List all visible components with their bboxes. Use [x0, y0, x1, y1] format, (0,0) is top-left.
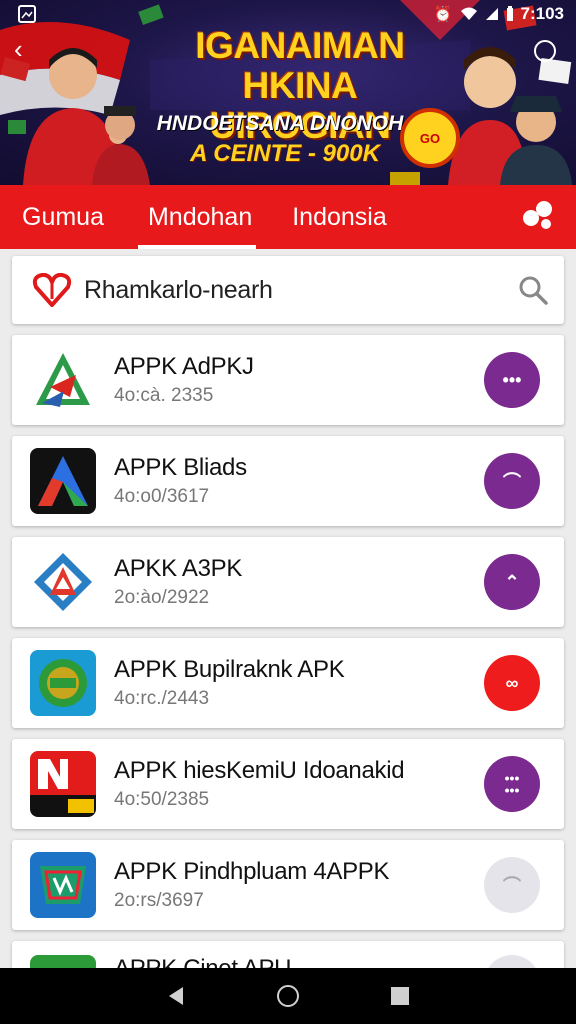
alarm-icon: ⏰ [433, 6, 453, 23]
link-icon: ∞ [505, 672, 519, 693]
back-chevron-icon[interactable]: ‹ [14, 34, 23, 65]
promo-banner[interactable]: ⏰ 7:103 ‹ IGANAIMAN HKINA UIROGIAN HNDOE… [0, 0, 576, 185]
user-icon: ⌒ [503, 876, 521, 896]
app-meta: 4o:50/2385 [114, 789, 210, 810]
share-icon[interactable] [522, 200, 554, 230]
app-icon [30, 751, 96, 817]
status-bar: ⏰ 7:103 [0, 0, 576, 28]
user-action-button[interactable]: ⌒ [484, 857, 540, 913]
list-item[interactable]: APPK Bliads 4o:o0/3617 ⌒ [12, 436, 564, 526]
app-name: APPK Bupilraknk APK [114, 656, 345, 683]
signal-icon [485, 8, 498, 20]
banner-promo: A CEINTE - 900K [190, 140, 380, 167]
person-illustration [500, 96, 572, 185]
more-options-button[interactable]: ••• [484, 352, 540, 408]
app-icon [30, 448, 96, 514]
main-content: Rhamkarlo-nearh APPK AdPKJ 4o:cà. 2335 •… [12, 256, 564, 1011]
search-input[interactable]: Rhamkarlo-nearh [84, 276, 518, 305]
user-icon: ⌒ [503, 472, 521, 492]
recents-icon[interactable] [389, 985, 411, 1007]
tab-mndohan[interactable]: Mndohan [137, 185, 257, 249]
tab-bar: Gumua Mndohan Indonsia [0, 185, 576, 249]
app-icon [30, 650, 96, 716]
home-icon[interactable] [276, 984, 300, 1008]
app-icon [30, 852, 96, 918]
user-action-button[interactable]: ⌒ [484, 453, 540, 509]
list-item[interactable]: APKK A3PK 2o:ào/2922 ⌃ [12, 537, 564, 627]
banner-emblem: GO [400, 108, 460, 168]
system-nav-bar [0, 968, 576, 1024]
home-circle-icon[interactable] [534, 40, 556, 62]
list-item[interactable]: APPK Pindhpluam 4APPK 2o:rs/3697 ⌒ [12, 840, 564, 930]
back-triangle-icon[interactable] [165, 985, 187, 1007]
gallery-icon [18, 5, 36, 23]
list-item[interactable]: APPK hiesKemiU Idoanakid 4o:50/2385 ••• •… [12, 739, 564, 829]
user-icon: ⌃ [504, 571, 520, 592]
tab-indonsia[interactable]: Indonsia [292, 185, 387, 249]
search-bar[interactable]: Rhamkarlo-nearh [12, 256, 564, 324]
app-icon [30, 549, 96, 615]
user-action-button[interactable]: ⌃ [484, 554, 540, 610]
banner-subtitle: HNDOETSANA DNONOH [156, 112, 404, 135]
link-action-button[interactable]: ∞ [484, 655, 540, 711]
status-time: 7:103 [520, 4, 564, 23]
battery-icon [506, 6, 513, 21]
app-name: APPK hiesKemiU Idoanakid [114, 757, 405, 784]
app-meta: 2o:rs/3697 [114, 890, 204, 911]
app-name: APPK AdPKJ [114, 353, 254, 380]
list-item[interactable]: APPK Bupilraknk APK 4o:rc./2443 ∞ [12, 638, 564, 728]
heart-logo-icon [32, 273, 72, 307]
app-name: APPK Pindhpluam 4APPK [114, 858, 390, 885]
search-icon[interactable] [518, 275, 548, 305]
ellipsis-icon: ••• [502, 369, 522, 390]
menu-icon: ••• ••• [504, 770, 520, 798]
tab-gumua[interactable]: Gumua [22, 185, 104, 249]
wifi-icon [460, 7, 477, 20]
app-meta: 4o:cà. 2335 [114, 385, 214, 406]
app-meta: 4o:rc./2443 [114, 688, 210, 709]
list-item[interactable]: APPK AdPKJ 4o:cà. 2335 ••• [12, 335, 564, 425]
app-icon [30, 347, 96, 413]
app-meta: 4o:o0/3617 [114, 486, 210, 507]
app-name: APPK Bliads [114, 454, 247, 481]
app-meta: 2o:ào/2922 [114, 587, 210, 608]
menu-button[interactable]: ••• ••• [484, 756, 540, 812]
app-name: APKK A3PK [114, 555, 243, 582]
